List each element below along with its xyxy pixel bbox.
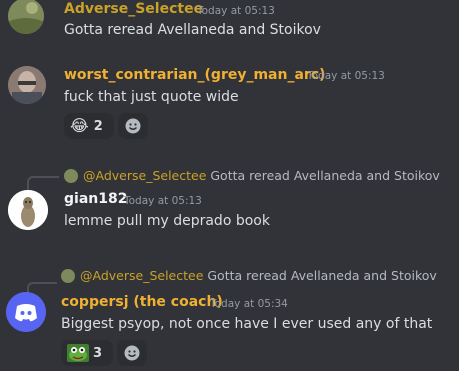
reply-text: Gotta reread Avellaneda and Stoikov [210, 168, 440, 183]
avatar-adverse-selectee[interactable] [8, 0, 44, 34]
reaction-laughing[interactable]: 😂 2 [64, 113, 114, 139]
reply-spine [27, 176, 59, 190]
frog-emoji-icon [67, 344, 89, 362]
reply-preview[interactable]: @Adverse_Selectee Gotta reread Avellaned… [80, 268, 437, 284]
timestamp: Today at 05:13 [124, 195, 202, 207]
timestamp: Today at 05:13 [197, 5, 275, 17]
smiley-add-icon [125, 118, 141, 134]
add-reaction-button[interactable] [118, 113, 148, 139]
message-text: Biggest psyop, not once have I ever used… [61, 316, 433, 332]
add-reaction-button[interactable] [117, 340, 147, 366]
username[interactable]: worst_contrarian_(grey_man_arc) [64, 66, 326, 84]
message-text: lemme pull my deprado book [64, 213, 270, 229]
reply-username: @Adverse_Selectee [80, 268, 204, 283]
discord-logo-icon [6, 292, 46, 332]
person-avatar-icon [8, 66, 46, 104]
username[interactable]: Adverse_Selectee [64, 0, 203, 18]
laughing-emoji-icon: 😂 [70, 116, 89, 135]
landscape-avatar-icon [8, 0, 44, 34]
smiley-add-icon [124, 345, 140, 361]
message-text: Gotta reread Avellaneda and Stoikov [64, 22, 321, 38]
reaction-count: 2 [93, 118, 103, 134]
message-text: fuck that just quote wide [64, 89, 239, 105]
username[interactable]: gian182 [64, 190, 127, 208]
timestamp: Today at 05:13 [307, 70, 385, 82]
reply-avatar [64, 169, 78, 183]
timestamp: Today at 05:34 [210, 298, 288, 310]
reaction-frog[interactable]: 3 [61, 340, 113, 366]
username[interactable]: coppersj (the coach) [61, 293, 223, 311]
avatar-gian182[interactable] [8, 190, 48, 230]
avatar-coppersj[interactable] [6, 292, 46, 332]
avatar-worst-contrarian[interactable] [8, 66, 46, 104]
reaction-count: 3 [93, 345, 103, 361]
reply-preview[interactable]: @Adverse_Selectee Gotta reread Avellaned… [83, 168, 440, 184]
reply-username: @Adverse_Selectee [83, 168, 207, 183]
reply-avatar [61, 269, 75, 283]
reply-text: Gotta reread Avellaneda and Stoikov [207, 268, 437, 283]
meerkat-avatar-icon [8, 190, 48, 230]
